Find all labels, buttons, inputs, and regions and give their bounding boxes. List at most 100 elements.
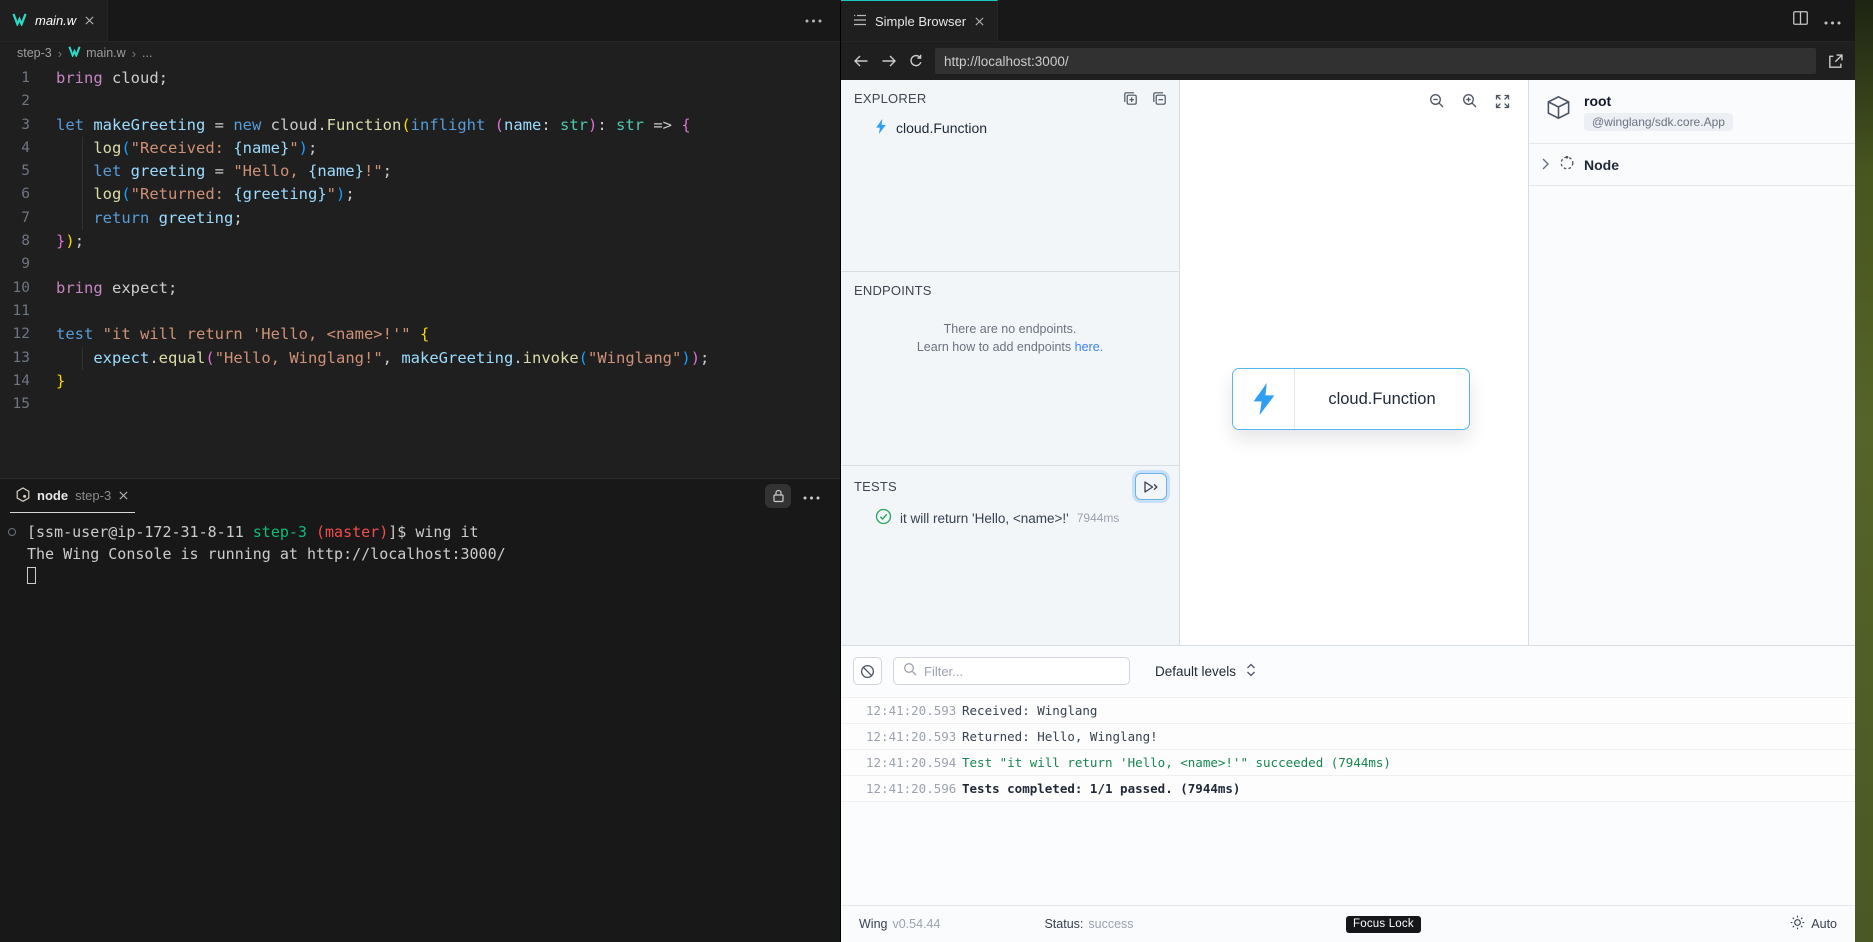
back-icon[interactable] xyxy=(853,54,869,68)
breadcrumb: step-3 › main.w › ... xyxy=(0,42,840,64)
browser-tab-title: Simple Browser xyxy=(875,13,967,29)
endpoints-section: ENDPOINTS There are no endpoints. Learn … xyxy=(841,272,1179,466)
screen: main.w step-3 › main.w › ... 1 bring clo… xyxy=(0,0,1873,942)
close-icon[interactable] xyxy=(84,15,95,26)
console-main: EXPLORER cloud.Function ENDPOINTS There … xyxy=(841,80,1855,645)
terminal-more-icon[interactable] xyxy=(803,487,820,505)
reload-icon[interactable] xyxy=(909,54,923,68)
breadcrumb-folder[interactable]: step-3 xyxy=(17,46,52,60)
breadcrumb-symbol[interactable]: ... xyxy=(142,46,152,60)
tests-title: TESTS xyxy=(854,479,897,494)
hexagon-node-icon xyxy=(16,486,30,505)
check-circle-icon xyxy=(875,508,892,528)
log-filter-box xyxy=(893,657,1130,685)
browser-tab-actions xyxy=(1793,0,1855,41)
log-row: 12:41:20.593 Returned: Hello, Winglang! xyxy=(841,724,1855,750)
expand-all-icon[interactable] xyxy=(1123,91,1138,106)
split-editor-icon[interactable] xyxy=(1793,11,1808,30)
chevron-right-icon xyxy=(1541,157,1550,173)
theme-label: Auto xyxy=(1811,917,1837,931)
endpoints-help-link[interactable]: here. xyxy=(1075,340,1104,354)
editor-tab-title: main.w xyxy=(35,13,77,28)
editor-tabbar: main.w xyxy=(0,0,840,42)
inspector-root-badge: @winglang/sdk.core.App xyxy=(1584,113,1733,131)
terminal-tab-name: node xyxy=(37,488,69,503)
zoom-out-icon[interactable] xyxy=(1429,93,1445,109)
terminal-output: [ssm-user@ip-172-31-8-11 step-3 (master)… xyxy=(8,522,840,587)
console-left-column: EXPLORER cloud.Function ENDPOINTS There … xyxy=(841,80,1180,645)
node-target-icon xyxy=(1559,155,1575,174)
vscode-pane: main.w step-3 › main.w › ... 1 bring clo… xyxy=(0,0,841,942)
explorer-section: EXPLORER cloud.Function xyxy=(841,80,1179,272)
inspector-sidebar: root @winglang/sdk.core.App Node xyxy=(1529,80,1855,645)
test-item[interactable]: it will return 'Hello, <name>!' 7944ms xyxy=(841,508,1179,528)
terminal-tab-node[interactable]: node step-3 xyxy=(10,479,136,513)
explorer-header: EXPLORER xyxy=(841,80,1179,110)
code-lines: 1 bring cloud; 2 3 let makeGreeting = new cl… xyxy=(0,67,840,416)
forward-icon[interactable] xyxy=(881,54,897,68)
browser-more-icon[interactable] xyxy=(1824,12,1841,30)
log-rows: 12:41:20.593 Received: Winglang 12:41:20.5… xyxy=(841,697,1855,802)
theme-toggle[interactable]: Auto xyxy=(1790,915,1837,933)
log-row: 12:41:20.596 Tests completed: 1/1 passed.… xyxy=(841,776,1855,802)
inspector-root-row: root @winglang/sdk.core.App xyxy=(1529,80,1855,144)
open-external-icon[interactable] xyxy=(1828,53,1843,69)
editor-more-icon[interactable] xyxy=(805,0,840,41)
terminal-body[interactable]: [ssm-user@ip-172-31-8-11 step-3 (master)… xyxy=(0,513,840,587)
zoom-in-icon[interactable] xyxy=(1462,93,1478,109)
node-label: cloud.Function xyxy=(1328,389,1436,408)
terminal-tab-detail: step-3 xyxy=(75,488,112,503)
logs-panel: Default levels 12:41:20.593Received: Win… xyxy=(841,645,1855,905)
desktop-edge-strip xyxy=(1855,0,1873,942)
lock-icon[interactable] xyxy=(765,484,791,508)
code-editor[interactable]: 1 bring cloud; 2 3 let makeGreeting = new cl… xyxy=(0,64,840,416)
explorer-title: EXPLORER xyxy=(854,91,927,106)
updown-chevrons-icon xyxy=(1246,663,1256,680)
close-icon[interactable] xyxy=(974,16,985,27)
chevron-right-icon: › xyxy=(131,45,137,61)
log-filter-input[interactable] xyxy=(924,663,1120,679)
status-indicator: Status: success xyxy=(1044,917,1134,931)
search-icon xyxy=(903,662,917,681)
endpoints-header: ENDPOINTS xyxy=(841,272,1179,302)
log-row: 12:41:20.593 Received: Winglang xyxy=(841,698,1855,724)
log-row: 12:41:20.594 Test "it will return 'Hello,… xyxy=(841,750,1855,776)
collapse-all-icon[interactable] xyxy=(1152,91,1167,106)
test-name: it will return 'Hello, <name>!' xyxy=(900,510,1069,526)
breadcrumb-file[interactable]: main.w xyxy=(68,46,126,60)
wing-console: EXPLORER cloud.Function ENDPOINTS There … xyxy=(841,80,1855,942)
inspector-node-label: Node xyxy=(1584,156,1619,173)
explorer-item-cloud-function[interactable]: cloud.Function xyxy=(841,119,1179,137)
terminal-panel: node step-3 [ssm-user@ip-172-31-8-11 ste… xyxy=(0,478,840,942)
editor-tab-mainw[interactable]: main.w xyxy=(0,0,109,41)
browser-navbar: http://localhost:3000/ xyxy=(841,42,1855,80)
sun-icon xyxy=(1790,915,1805,933)
tab-simple-browser[interactable]: Simple Browser xyxy=(841,0,999,41)
tests-section: TESTS it will return 'Hello, <name>!' 79… xyxy=(841,466,1179,645)
run-all-tests-button[interactable] xyxy=(1135,473,1167,500)
focus-lock-badge: Focus Lock xyxy=(1346,915,1421,933)
canvas-toolbar xyxy=(1429,93,1510,109)
url-input[interactable]: http://localhost:3000/ xyxy=(935,48,1816,74)
inspector-root-title: root xyxy=(1584,93,1612,109)
lightning-bolt-icon xyxy=(875,119,887,137)
log-levels-select[interactable]: Default levels xyxy=(1155,663,1256,680)
wing-file-icon xyxy=(68,46,81,60)
inspector-node-row[interactable]: Node xyxy=(1529,144,1855,186)
map-canvas[interactable]: cloud.Function xyxy=(1180,80,1529,645)
chevron-right-icon: › xyxy=(57,45,63,61)
browser-list-icon xyxy=(853,14,867,29)
close-icon[interactable] xyxy=(118,490,129,501)
terminal-tabbar: node step-3 xyxy=(0,479,840,513)
simple-browser-pane: Simple Browser http://localhost:3000/ EX… xyxy=(841,0,1855,942)
cloud-function-node[interactable]: cloud.Function xyxy=(1232,368,1470,430)
lightning-bolt-icon xyxy=(1233,369,1295,429)
terminal-actions xyxy=(765,484,830,508)
endpoints-title: ENDPOINTS xyxy=(854,283,932,298)
clear-logs-icon[interactable] xyxy=(853,657,882,685)
wing-version: Wing v0.54.44 xyxy=(859,917,941,931)
wing-file-icon xyxy=(12,13,27,29)
logs-toolbar: Default levels xyxy=(841,646,1855,693)
browser-tabbar: Simple Browser xyxy=(841,0,1855,42)
fit-screen-icon[interactable] xyxy=(1495,93,1510,109)
